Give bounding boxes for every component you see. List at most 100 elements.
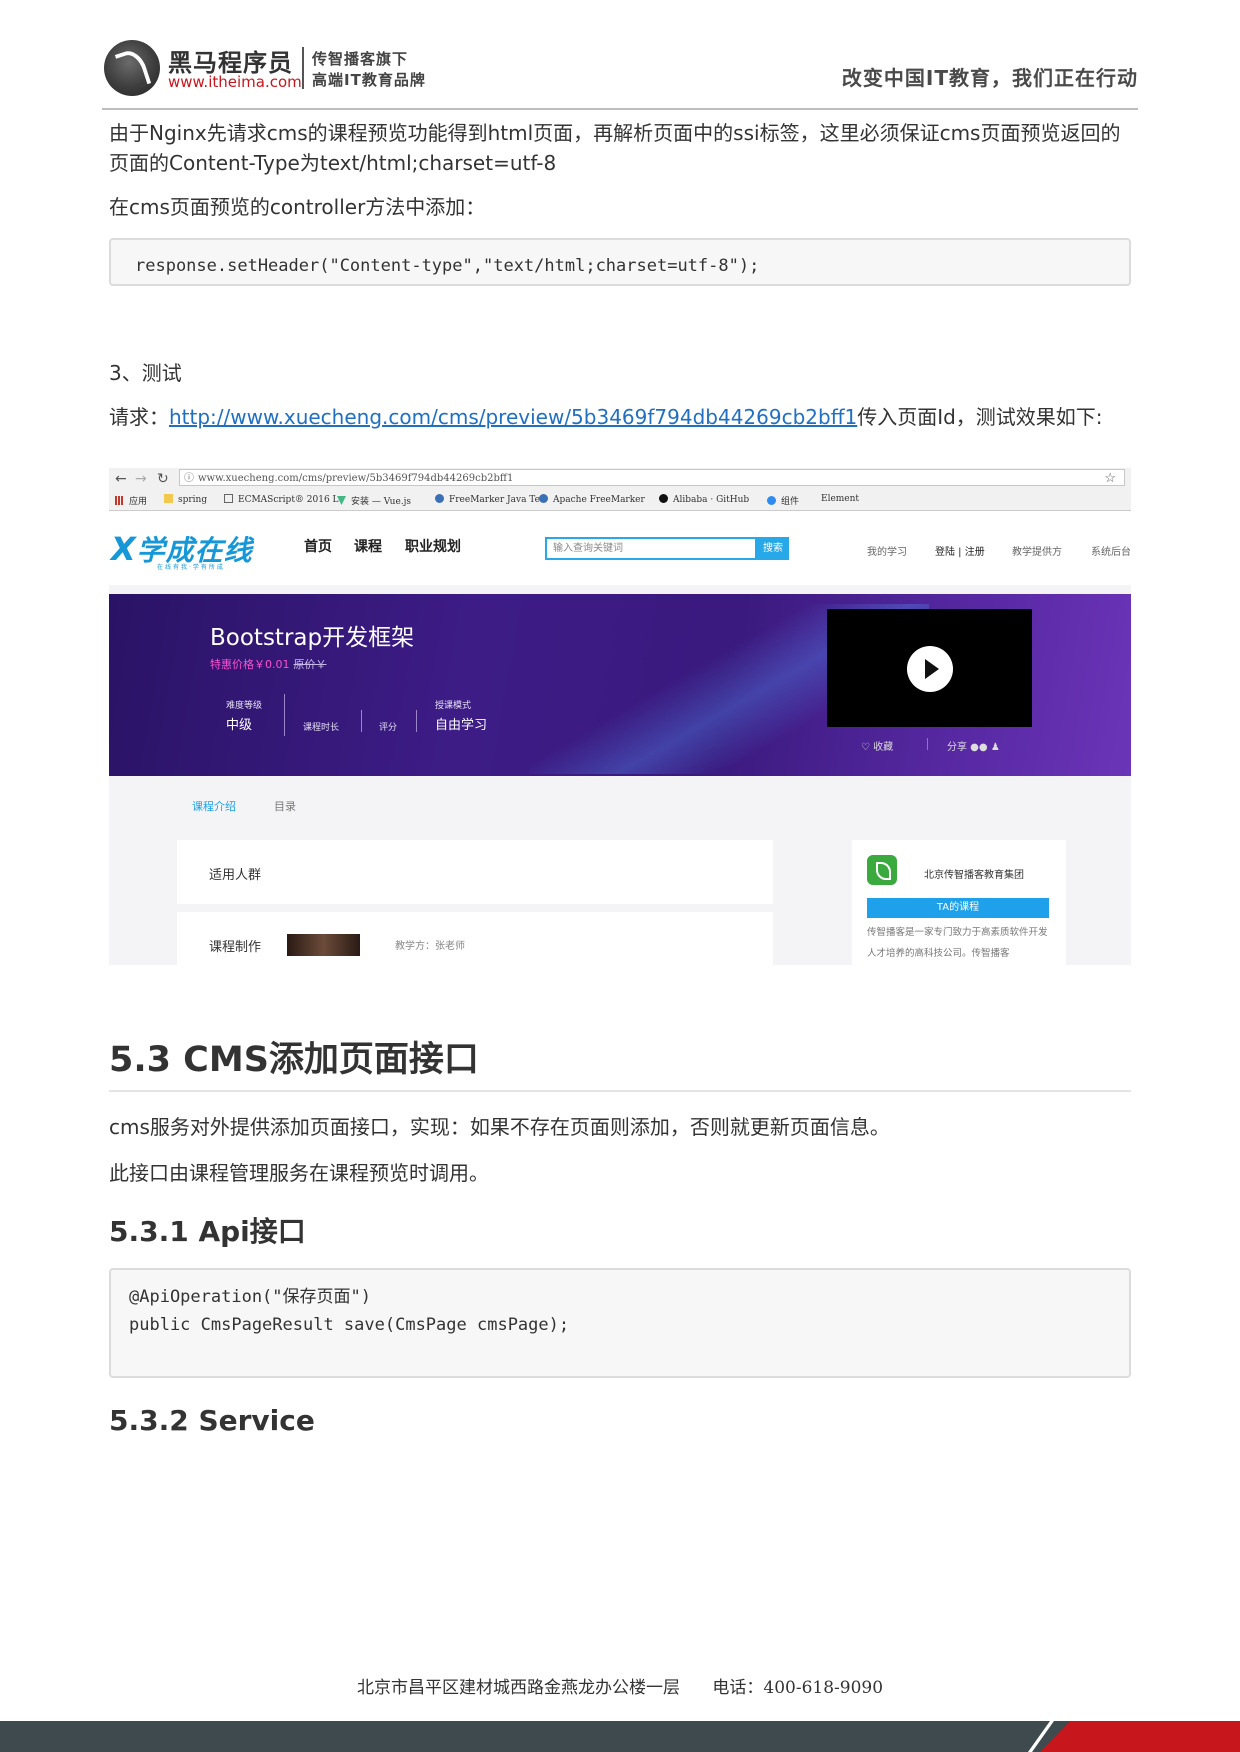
brand-url: www.itheima.com <box>168 73 302 91</box>
admin-link[interactable]: 系统后台 <box>1091 543 1131 558</box>
audience-label: 适用人群 <box>209 868 262 883</box>
code-line: @ApiOperation("保存页面") <box>129 1287 371 1307</box>
rating-label: 评分 <box>379 723 398 733</box>
wechat-icon: ●● <box>967 742 991 753</box>
banner-divider <box>361 710 362 732</box>
nav-courses[interactable]: 课程 <box>354 536 382 556</box>
qq-icon: ♟ <box>990 742 1000 753</box>
difficulty-value: 中级 <box>226 718 253 733</box>
star-icon[interactable]: ☆ <box>1104 470 1116 487</box>
ta-courses-button[interactable]: TA的课程 <box>867 898 1049 918</box>
section-heading-5-3-2: 5.3.2 Service <box>109 1404 315 1437</box>
nav-career[interactable]: 职业规划 <box>405 536 461 556</box>
bookmark-alibaba-github[interactable]: Alibaba · GitHub <box>659 494 749 505</box>
page-header: 黑马程序员 www.itheima.com 传智播客旗下 高端IT教育品牌 改变… <box>104 38 1138 110</box>
browser-toolbar: ← → ↻ www.xuecheng.com/cms/preview/5b346… <box>109 468 1131 511</box>
request-suffix: 传入页面Id，测试效果如下: <box>857 405 1103 429</box>
bookmark-apache-freemarker[interactable]: Apache FreeMarker <box>539 494 645 505</box>
back-icon[interactable]: ← <box>115 471 127 487</box>
bookmark-components[interactable]: 组件 <box>767 494 799 507</box>
forward-icon[interactable]: → <box>135 471 147 487</box>
banner-divider <box>416 710 417 732</box>
vue-icon <box>337 496 346 505</box>
paragraph-add-page: cms服务对外提供添加页面接口，实现：如果不存在页面则添加，否则就更新页面信息。 <box>109 1115 890 1139</box>
duration-label: 课程时长 <box>303 723 340 733</box>
code-block-api: @ApiOperation("保存页面") public CmsPageResul… <box>109 1268 1131 1378</box>
course-banner: Bootstrap开发框架 特惠价格￥0.01 原价￥ 难度等级 中级 课程时长 … <box>109 594 1131 776</box>
site-search-button[interactable]: 搜索 <box>757 537 789 560</box>
mode-value: 自由学习 <box>435 718 488 733</box>
play-icon[interactable] <box>907 646 953 692</box>
section-heading-5-3-1: 5.3.1 Api接口 <box>109 1215 306 1248</box>
teacher-photo <box>287 934 360 956</box>
code-line: response.setHeader("Content-type","text/… <box>135 256 760 276</box>
mode-label: 授课模式 <box>435 701 472 711</box>
apps-grid-icon <box>115 496 124 505</box>
bookmark-vue[interactable]: 安装 — Vue.js <box>337 494 411 507</box>
page-icon <box>224 494 233 503</box>
banner-divider <box>927 738 928 750</box>
freemarker-icon <box>539 494 548 503</box>
footer-address: 北京市昌平区建材城西路金燕龙办公楼一层 <box>356 1678 680 1698</box>
site-search-input[interactable]: 输入查询关键词 <box>545 537 757 560</box>
audience-card: 适用人群 <box>177 840 773 904</box>
github-icon <box>659 494 668 503</box>
course-video[interactable] <box>827 609 1032 727</box>
tab-catalog[interactable]: 目录 <box>274 798 296 814</box>
production-label: 课程制作 <box>209 940 262 955</box>
footer-red-accent <box>1040 1721 1240 1752</box>
original-price: 原价￥ <box>293 658 327 671</box>
brand-divider <box>302 47 304 89</box>
teacher-provider-link[interactable]: 教学提供方 <box>1012 543 1062 558</box>
course-title: Bootstrap开发框架 <box>210 625 415 651</box>
bookmark-apps[interactable]: 应用 <box>115 494 147 507</box>
bookmark-freemarker-java[interactable]: FreeMarker Java Te <box>435 494 540 505</box>
freemarker-icon <box>435 494 444 503</box>
paragraph-nginx-ssi: 由于Nginx先请求cms的课程预览功能得到html页面，再解析页面中的ssi标… <box>109 121 1121 175</box>
site-header: X学成在线 在线有我·学有所成 首页 课程 职业规划 输入查询关键词 搜索 我的… <box>109 511 1131 585</box>
paragraph-called-by: 此接口由课程管理服务在课程预览时调用。 <box>109 1161 489 1185</box>
header-divider <box>102 108 1138 110</box>
banner-divider <box>284 694 285 736</box>
horse-logo-icon <box>104 40 160 96</box>
element-icon <box>767 496 776 505</box>
page-footer: 北京市昌平区建材城西路金燕龙办公楼一层 电话：400-618-9090 <box>0 1673 1240 1698</box>
section-heading-5-3: 5.3 CMS添加页面接口 <box>109 1040 479 1080</box>
heart-icon: ♡ <box>861 742 874 753</box>
address-bar[interactable]: www.xuecheng.com/cms/preview/5b3469f794d… <box>179 469 1125 487</box>
logo-x-icon: X <box>111 530 137 568</box>
organization-card: 北京传智播客教育集团 TA的课程 传智播客是一家专门致力于高素质软件开发人才培养… <box>852 840 1066 965</box>
site-logo-slogan: 在线有我·学有所成 <box>157 564 225 571</box>
organization-description: 传智播客是一家专门致力于高素质软件开发人才培养的高科技公司。传智播客 <box>867 927 1048 959</box>
step-heading: 3、测试 <box>109 361 182 385</box>
request-prefix: 请求： <box>109 405 169 429</box>
code-block-setheader: response.setHeader("Content-type","text/… <box>109 238 1131 286</box>
teacher-name: 教学方：张老师 <box>395 941 465 952</box>
bookmark-spring[interactable]: spring <box>164 494 207 505</box>
preview-screenshot: ← → ↻ www.xuecheng.com/cms/preview/5b346… <box>109 468 1131 965</box>
folder-icon <box>164 494 173 503</box>
heading-divider <box>109 1090 1131 1092</box>
document-body: 由于Nginx先请求cms的课程预览功能得到html页面，再解析页面中的ssi标… <box>109 118 1131 432</box>
footer-phone: 电话：400-618-9090 <box>712 1678 884 1698</box>
document-body-lower: 5.3 CMS添加页面接口 cms服务对外提供添加页面接口，实现：如果不存在页面… <box>109 1031 1131 1437</box>
header-slogan: 改变中国IT教育，我们正在行动 <box>841 66 1138 90</box>
brand-tagline-2: 高端IT教育品牌 <box>312 71 426 89</box>
leaf-logo-icon <box>867 855 897 885</box>
address-text: www.xuecheng.com/cms/preview/5b3469f794d… <box>198 473 514 484</box>
bookmark-ecmascript[interactable]: ECMAScript® 2016 L <box>224 494 339 505</box>
bookmarks-bar: 应用 spring ECMAScript® 2016 L 安装 — Vue.js… <box>109 490 1131 510</box>
favorite-button[interactable]: ♡ 收藏 <box>861 738 893 753</box>
login-register-link[interactable]: 登陆 | 注册 <box>935 543 985 558</box>
tab-course-intro[interactable]: 课程介绍 <box>192 798 236 814</box>
request-paragraph: 请求：http://www.xuecheng.com/cms/preview/5… <box>109 402 1131 432</box>
production-card: 课程制作 教学方：张老师 <box>177 912 773 965</box>
course-price: 特惠价格￥0.01 原价￥ <box>210 658 327 671</box>
bookmark-element[interactable]: Element <box>821 494 859 504</box>
nav-home[interactable]: 首页 <box>304 536 332 556</box>
brand-tagline-1: 传智播客旗下 <box>312 50 409 68</box>
share-button[interactable]: 分享 ●● ♟ <box>947 738 1000 753</box>
reload-icon[interactable]: ↻ <box>157 471 169 487</box>
preview-link[interactable]: http://www.xuecheng.com/cms/preview/5b34… <box>169 405 857 429</box>
my-learning-link[interactable]: 我的学习 <box>867 543 907 558</box>
